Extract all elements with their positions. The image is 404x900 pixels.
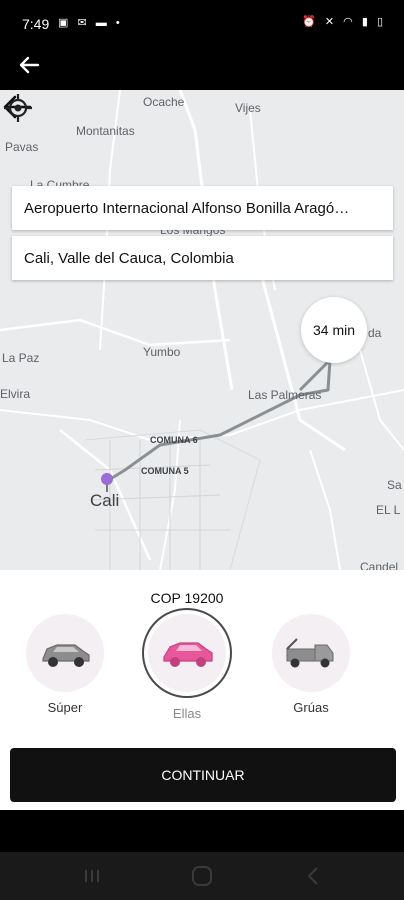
alarm-icon: ⏰ (302, 16, 319, 28)
map-label-candel: Candel (360, 560, 399, 570)
wifi-icon: ◠ (343, 16, 356, 28)
map-label-da: da (368, 326, 382, 340)
vehicle-circle-inner (148, 614, 226, 692)
vehicle-circle-selected (142, 608, 232, 698)
vehicle-name: Ellas (172, 706, 202, 721)
map-view[interactable]: Ocache Vijes Montanitas Pavas La Cumbre … (0, 90, 404, 570)
my-location-icon[interactable] (0, 90, 36, 126)
vehicle-selection-sheet: COP 19200 Súper Ellas Grúas CONTINUAR (0, 570, 404, 810)
tow-truck-icon (286, 638, 334, 668)
vehicle-option-super[interactable]: Súper (20, 614, 110, 734)
back-arrow-icon[interactable] (14, 50, 44, 80)
map-label-montanitas: Montanitas (76, 124, 135, 138)
eta-bubble: 34 min (301, 297, 367, 363)
vehicle-circle (26, 614, 104, 692)
recents-icon[interactable] (80, 864, 104, 888)
message-icon: ▬ (95, 17, 110, 29)
home-icon[interactable] (190, 864, 214, 888)
eta-label: 34 min (312, 322, 356, 338)
map-label-el-l: EL L (376, 503, 401, 517)
origin-pin-icon (101, 473, 113, 485)
destination-field[interactable]: Cali, Valle del Cauca, Colombia (12, 236, 393, 280)
system-nav-bar (0, 852, 404, 900)
vehicle-name: Súper (47, 700, 83, 715)
vehicle-option-gruas[interactable]: Grúas (266, 614, 356, 734)
mute-icon: ✕ (324, 16, 338, 28)
map-label-elvira: Elvira (0, 387, 31, 401)
vehicle-circle (272, 614, 350, 692)
notification-icons: ▣ ✉ ▬ • (58, 16, 123, 29)
continue-button[interactable]: CONTINUAR (10, 748, 396, 802)
map-label-ocache: Ocache (143, 95, 185, 109)
back-icon[interactable] (302, 864, 326, 888)
mail-icon: ✉ (77, 17, 90, 29)
map-label-comuna-5: COMUNA 5 (141, 466, 189, 476)
sedan-car-icon (42, 644, 90, 667)
map-label-cali: Cali (90, 491, 120, 510)
status-time: 7:49 (22, 16, 50, 32)
map-label-pavas: Pavas (5, 140, 39, 154)
pink-car-icon (163, 642, 213, 667)
vehicle-option-ellas[interactable]: Ellas (142, 608, 232, 734)
vehicle-name: Grúas (293, 700, 329, 715)
signal-icon: ▮ (361, 16, 371, 28)
system-icons: ⏰ ✕ ◠ ▮ ▯ (302, 15, 386, 28)
fare-price: COP 19200 (150, 590, 224, 606)
map-label-yumbo: Yumbo (143, 345, 181, 359)
battery-icon: ▯ (376, 16, 386, 28)
origin-field[interactable]: Aeropuerto Internacional Alfonso Bonilla… (12, 186, 393, 230)
map-label-las-palmeras: Las Palmeras (248, 388, 322, 402)
map-label-comuna-6: COMUNA 6 (150, 435, 198, 445)
map-label-sa: Sa (387, 478, 402, 492)
map-label-vijes: Vijes (235, 101, 261, 115)
app-bar (0, 40, 404, 90)
dot-icon: • (115, 17, 123, 29)
map-label-la-paz: La Paz (2, 351, 40, 365)
gallery-icon: ▣ (58, 17, 72, 29)
